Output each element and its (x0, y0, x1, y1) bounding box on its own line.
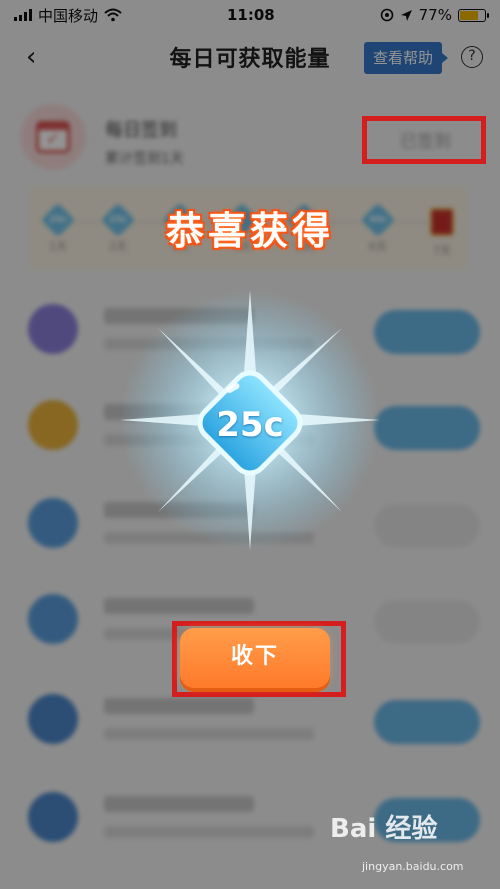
watermark-logo: Bai 经验 (330, 814, 438, 844)
watermark-url: jingyan.baidu.com (362, 860, 464, 873)
congrats-title: 恭喜获得 (165, 209, 334, 253)
reward-amount: 25c (216, 405, 284, 445)
highlight-box-signed (362, 116, 486, 164)
collect-button[interactable]: 收下 (180, 628, 330, 688)
watermark: Bai 经验 jingyan.baidu.com (330, 808, 490, 878)
